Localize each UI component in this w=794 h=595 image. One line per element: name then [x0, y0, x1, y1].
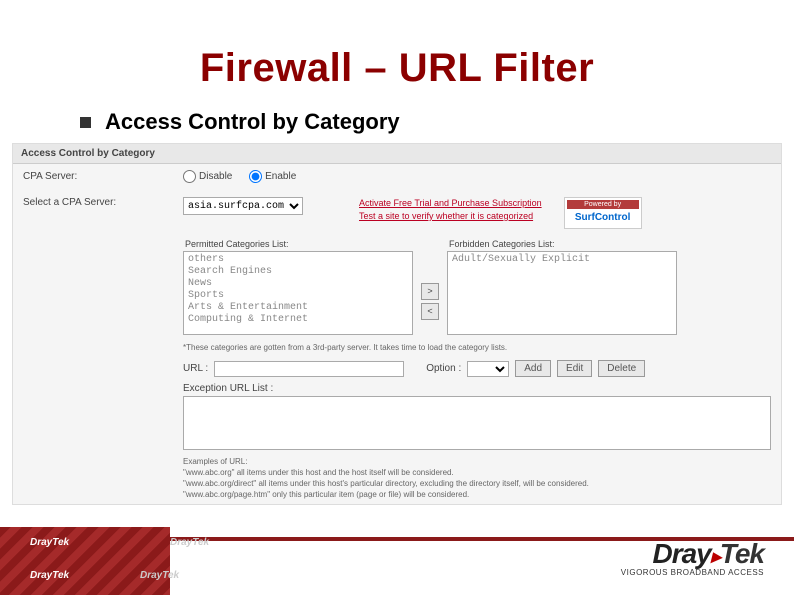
settings-panel: Access Control by Category CPA Server: D… [12, 143, 782, 505]
examples-block: Examples of URL: "www.abc.org" all items… [23, 456, 771, 500]
links-col: Activate Free Trial and Purchase Subscri… [359, 197, 542, 223]
powered-badge: Powered by SurfControl [564, 197, 642, 229]
url-label: URL : [183, 363, 208, 374]
cpa-label: CPA Server: [23, 171, 183, 182]
forbidden-listbox[interactable]: Adult/Sexually Explicit [447, 251, 677, 335]
activate-link[interactable]: Activate Free Trial and Purchase Subscri… [359, 197, 542, 210]
list-item[interactable]: Adult/Sexually Explicit [452, 254, 672, 266]
footer-logo: DrayTek [30, 570, 69, 581]
disable-radio[interactable] [183, 170, 196, 183]
categories-area: Permitted Categories List: others Search… [183, 239, 771, 335]
arrow-controls: > < [421, 267, 439, 335]
permitted-col: Permitted Categories List: others Search… [183, 239, 413, 335]
forbidden-col: Forbidden Categories List: Adult/Sexuall… [447, 239, 677, 335]
list-item[interactable]: Sports [188, 290, 408, 302]
slide-title: Firewall – URL Filter [0, 0, 794, 109]
exception-label: Exception URL List : [183, 383, 771, 394]
disable-text: Disable [199, 171, 232, 182]
bullet-row: Access Control by Category [0, 109, 794, 135]
example-line: "www.abc.org" all items under this host … [183, 467, 771, 478]
cpa-row: CPA Server: Disable Enable [23, 170, 771, 183]
url-input[interactable] [214, 361, 404, 377]
list-item[interactable]: News [188, 278, 408, 290]
note-text: *These categories are gotten from a 3rd-… [183, 343, 771, 352]
edit-button[interactable]: Edit [557, 360, 592, 377]
bullet-icon [80, 117, 91, 128]
option-label: Option : [426, 363, 461, 374]
brand-text: Dray▸Tek [621, 538, 764, 570]
delete-button[interactable]: Delete [598, 360, 645, 377]
cpa-radio-group: Disable Enable [183, 170, 310, 183]
add-button[interactable]: Add [515, 360, 551, 377]
move-right-button[interactable]: > [421, 283, 439, 300]
enable-radio[interactable] [249, 170, 262, 183]
footer-logo: DrayTek [30, 537, 69, 548]
main-logo: Dray▸Tek VIGOROUS BROADBAND ACCESS [621, 538, 764, 577]
enable-radio-label[interactable]: Enable [249, 171, 296, 182]
examples-title: Examples of URL: [183, 456, 771, 467]
bullet-text: Access Control by Category [105, 109, 400, 135]
enable-text: Enable [265, 171, 296, 182]
server-label: Select a CPA Server: [23, 197, 183, 208]
permitted-label: Permitted Categories List: [183, 239, 413, 249]
server-select[interactable]: asia.surfcpa.com [183, 197, 303, 215]
footer-logo: DrayTek [140, 570, 179, 581]
forbidden-label: Forbidden Categories List: [447, 239, 677, 249]
footer-pattern [0, 527, 170, 595]
provider-logo: SurfControl [567, 209, 639, 226]
test-link[interactable]: Test a site to verify whether it is cate… [359, 210, 542, 223]
footer: DrayTek DrayTek DrayTek DrayTek Dray▸Tek… [0, 527, 794, 595]
url-row: URL : Option : Add Edit Delete [183, 360, 771, 377]
option-select[interactable] [467, 361, 509, 377]
footer-logo: DrayTek [170, 537, 209, 548]
panel-header: Access Control by Category [13, 144, 781, 164]
disable-radio-label[interactable]: Disable [183, 171, 232, 182]
list-item[interactable]: Search Engines [188, 266, 408, 278]
exception-listbox[interactable] [183, 396, 771, 450]
list-item[interactable]: others [188, 254, 408, 266]
permitted-listbox[interactable]: others Search Engines News Sports Arts &… [183, 251, 413, 335]
server-row: Select a CPA Server: asia.surfcpa.com Ac… [23, 197, 771, 229]
powered-label: Powered by [567, 200, 639, 209]
tagline: VIGOROUS BROADBAND ACCESS [621, 568, 764, 577]
move-left-button[interactable]: < [421, 303, 439, 320]
example-line: "www.abc.org/direct" all items under thi… [183, 478, 771, 489]
example-line: "www.abc.org/page.htm" only this particu… [183, 489, 771, 500]
list-item[interactable]: Arts & Entertainment [188, 302, 408, 314]
list-item[interactable]: Computing & Internet [188, 314, 408, 326]
